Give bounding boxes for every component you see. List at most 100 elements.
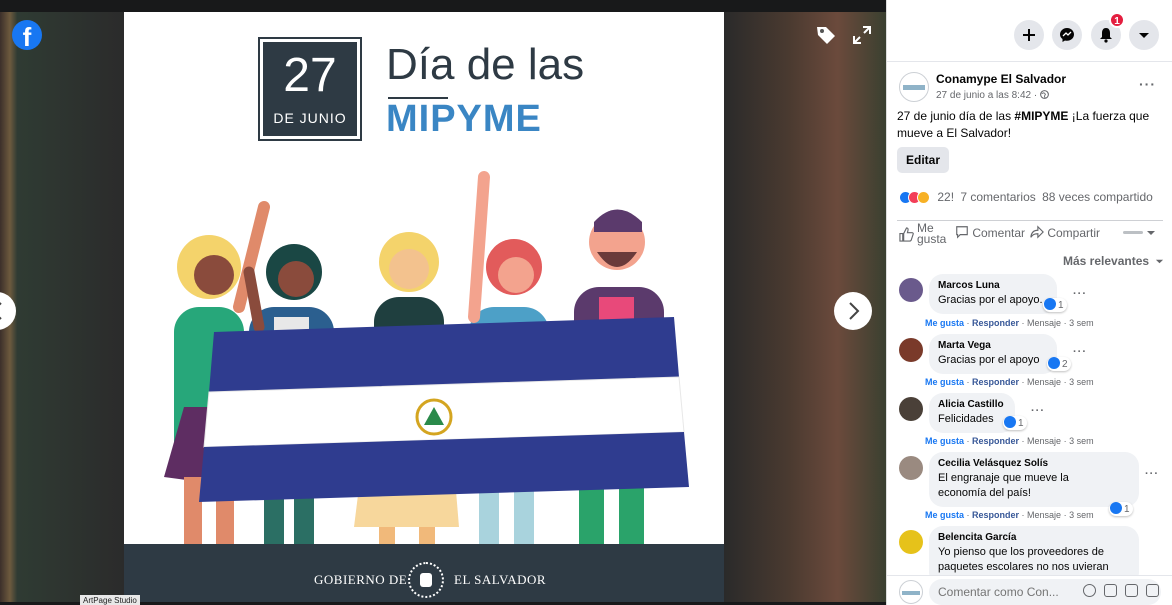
post-message: 27 de junio día de las #MIPYME ¡La fuerz… — [897, 108, 1159, 142]
comment-actions: Me gusta · Responder · Mensaje · 3 sem — [925, 377, 1094, 387]
page-avatar[interactable] — [899, 72, 929, 102]
camera-icon[interactable] — [1104, 584, 1117, 597]
care-reaction-icon — [917, 191, 930, 205]
create-button[interactable] — [1014, 20, 1044, 50]
commenter-avatar[interactable] — [899, 338, 923, 362]
comment-actions: Me gusta · Responder · Mensaje · 3 sem — [925, 510, 1094, 520]
like-reaction-icon — [1048, 357, 1060, 369]
comment-icon — [956, 226, 968, 239]
messenger-button[interactable] — [1052, 20, 1082, 50]
comment-options-button[interactable]: ··· — [1031, 405, 1045, 417]
comment-bubble: Marcos Luna Gracias por el apoyo. — [929, 274, 1057, 314]
post-text-part: 27 de junio día de las — [897, 109, 1015, 123]
comment-message-link[interactable]: Mensaje — [1027, 510, 1061, 520]
facebook-logo[interactable]: f — [12, 20, 42, 50]
photo-viewer: f 27 DE JUNIO Día de las MIPYME GOBIERNO… — [0, 0, 886, 605]
commenter-name[interactable]: Cecilia Velásquez Solís — [938, 458, 1129, 469]
comment-reply-link[interactable]: Responder — [972, 377, 1019, 387]
gif-icon[interactable] — [1125, 584, 1138, 597]
commenter-name[interactable]: Marcos Luna — [938, 280, 1047, 291]
comment-bubble: Cecilia Velásquez Solís El engranaje que… — [929, 452, 1139, 507]
expand-icon[interactable] — [851, 24, 873, 46]
comment-reaction-count[interactable]: 1 — [1043, 298, 1067, 312]
comment-text: Felicidades — [938, 413, 994, 425]
previous-photo-button[interactable] — [0, 292, 16, 330]
reaction-count-text: 1 — [1018, 418, 1024, 429]
comment-time[interactable]: 3 sem — [1069, 436, 1094, 446]
globe-icon — [1040, 90, 1049, 99]
comment-reply-link[interactable]: Responder — [972, 510, 1019, 520]
commenter-avatar[interactable] — [899, 530, 923, 554]
chevron-left-icon — [0, 302, 2, 320]
commenter-avatar[interactable] — [899, 456, 923, 480]
comment-time[interactable]: 3 sem — [1069, 318, 1094, 328]
comment-sort-dropdown[interactable]: Más relevantes — [1063, 254, 1164, 268]
comment-like-link[interactable]: Me gusta — [925, 377, 964, 387]
comment-reply-link[interactable]: Responder — [972, 436, 1019, 446]
like-reaction-icon — [1110, 502, 1122, 514]
post-timestamp[interactable]: 27 de junio a las 8:42 · — [936, 90, 1049, 101]
reaction-count-text: 1 — [1058, 300, 1064, 311]
comment-like-link[interactable]: Me gusta — [925, 436, 964, 446]
composer-icons — [1083, 584, 1159, 597]
reaction-count-text: 2 — [1062, 359, 1068, 370]
comment-reaction-count[interactable]: 1 — [1109, 502, 1133, 516]
comment-like-link[interactable]: Me gusta — [925, 510, 964, 520]
composer-avatar — [899, 580, 923, 604]
share-icon — [1030, 225, 1044, 239]
photo-title-line1: Día de las — [386, 40, 585, 89]
comment-message-link[interactable]: Mensaje — [1027, 377, 1061, 387]
post-options-button[interactable]: ··· — [1139, 76, 1156, 92]
comment-reaction-count[interactable]: 2 — [1047, 357, 1071, 371]
page-name-link[interactable]: Conamype El Salvador — [936, 72, 1066, 86]
comment-reply-link[interactable]: Responder — [972, 318, 1019, 328]
people-with-flag-illustration — [164, 171, 689, 552]
audience-caret-icon — [1123, 231, 1155, 235]
top-bar: 1 — [887, 0, 1172, 62]
hashtag-link[interactable]: #MIPYME — [1014, 109, 1068, 123]
share-audience-selector[interactable] — [1123, 227, 1155, 241]
caret-down-icon — [1156, 259, 1164, 264]
share-button[interactable]: Compartir — [1030, 225, 1100, 240]
footer-text-right: EL SALVADOR — [454, 572, 547, 587]
post-actions: Me gusta Comentar Compartir — [897, 220, 1163, 250]
post-photo: 27 DE JUNIO Día de las MIPYME GOBIERNO D… — [124, 12, 724, 602]
reactions-count[interactable]: 22! — [937, 190, 954, 204]
edit-button[interactable]: Editar — [897, 147, 949, 173]
commenter-name[interactable]: Alicia Castillo — [938, 399, 1005, 410]
share-label: Compartir — [1047, 226, 1101, 240]
comment-message-link[interactable]: Mensaje — [1027, 436, 1061, 446]
comment-button[interactable]: Comentar — [955, 225, 1025, 240]
commenter-name[interactable]: Marta Vega — [938, 340, 1047, 351]
tag-icon[interactable] — [815, 24, 837, 46]
comment-label: Comentar — [972, 226, 1026, 240]
emoji-icon[interactable] — [1083, 584, 1096, 597]
comment-time[interactable]: 3 sem — [1069, 510, 1094, 520]
comment-like-link[interactable]: Me gusta — [925, 318, 964, 328]
account-menu-button[interactable] — [1129, 20, 1159, 50]
next-photo-button[interactable] — [834, 292, 872, 330]
commenter-avatar[interactable] — [899, 278, 923, 302]
photo-title-line2: MIPYME — [386, 98, 542, 140]
comment-time[interactable]: 3 sem — [1069, 377, 1094, 387]
comment-options-button[interactable]: ··· — [1073, 346, 1087, 358]
commenter-name[interactable]: Belencita García — [938, 532, 1129, 543]
comment-text: El engranaje que mueve la economía del p… — [938, 472, 1069, 499]
commenter-avatar[interactable] — [899, 397, 923, 421]
comment-text: Yo pienso que los proveedores de paquete… — [938, 546, 1109, 573]
comment-options-button[interactable]: ··· — [1073, 288, 1087, 300]
comment-actions: Me gusta · Responder · Mensaje · 3 sem — [925, 436, 1094, 446]
comment-options-button[interactable]: ··· — [1145, 468, 1159, 480]
thumbs-up-icon — [899, 227, 914, 242]
sticker-icon[interactable] — [1146, 584, 1159, 597]
comment-message-link[interactable]: Mensaje — [1027, 318, 1061, 328]
date-day: 27 — [283, 49, 337, 102]
messenger-icon — [1060, 28, 1074, 42]
comment-reaction-count[interactable]: 1 — [1003, 416, 1027, 430]
chevron-right-icon — [849, 302, 860, 320]
comment-bubble: Marta Vega Gracias por el apoyo — [929, 334, 1057, 374]
shares-count[interactable]: 88 veces compartido — [1042, 190, 1153, 204]
like-reaction-icon — [1044, 298, 1056, 310]
comments-count[interactable]: 7 comentarios — [960, 190, 1035, 204]
date-box: 27 DE JUNIO — [258, 37, 362, 141]
